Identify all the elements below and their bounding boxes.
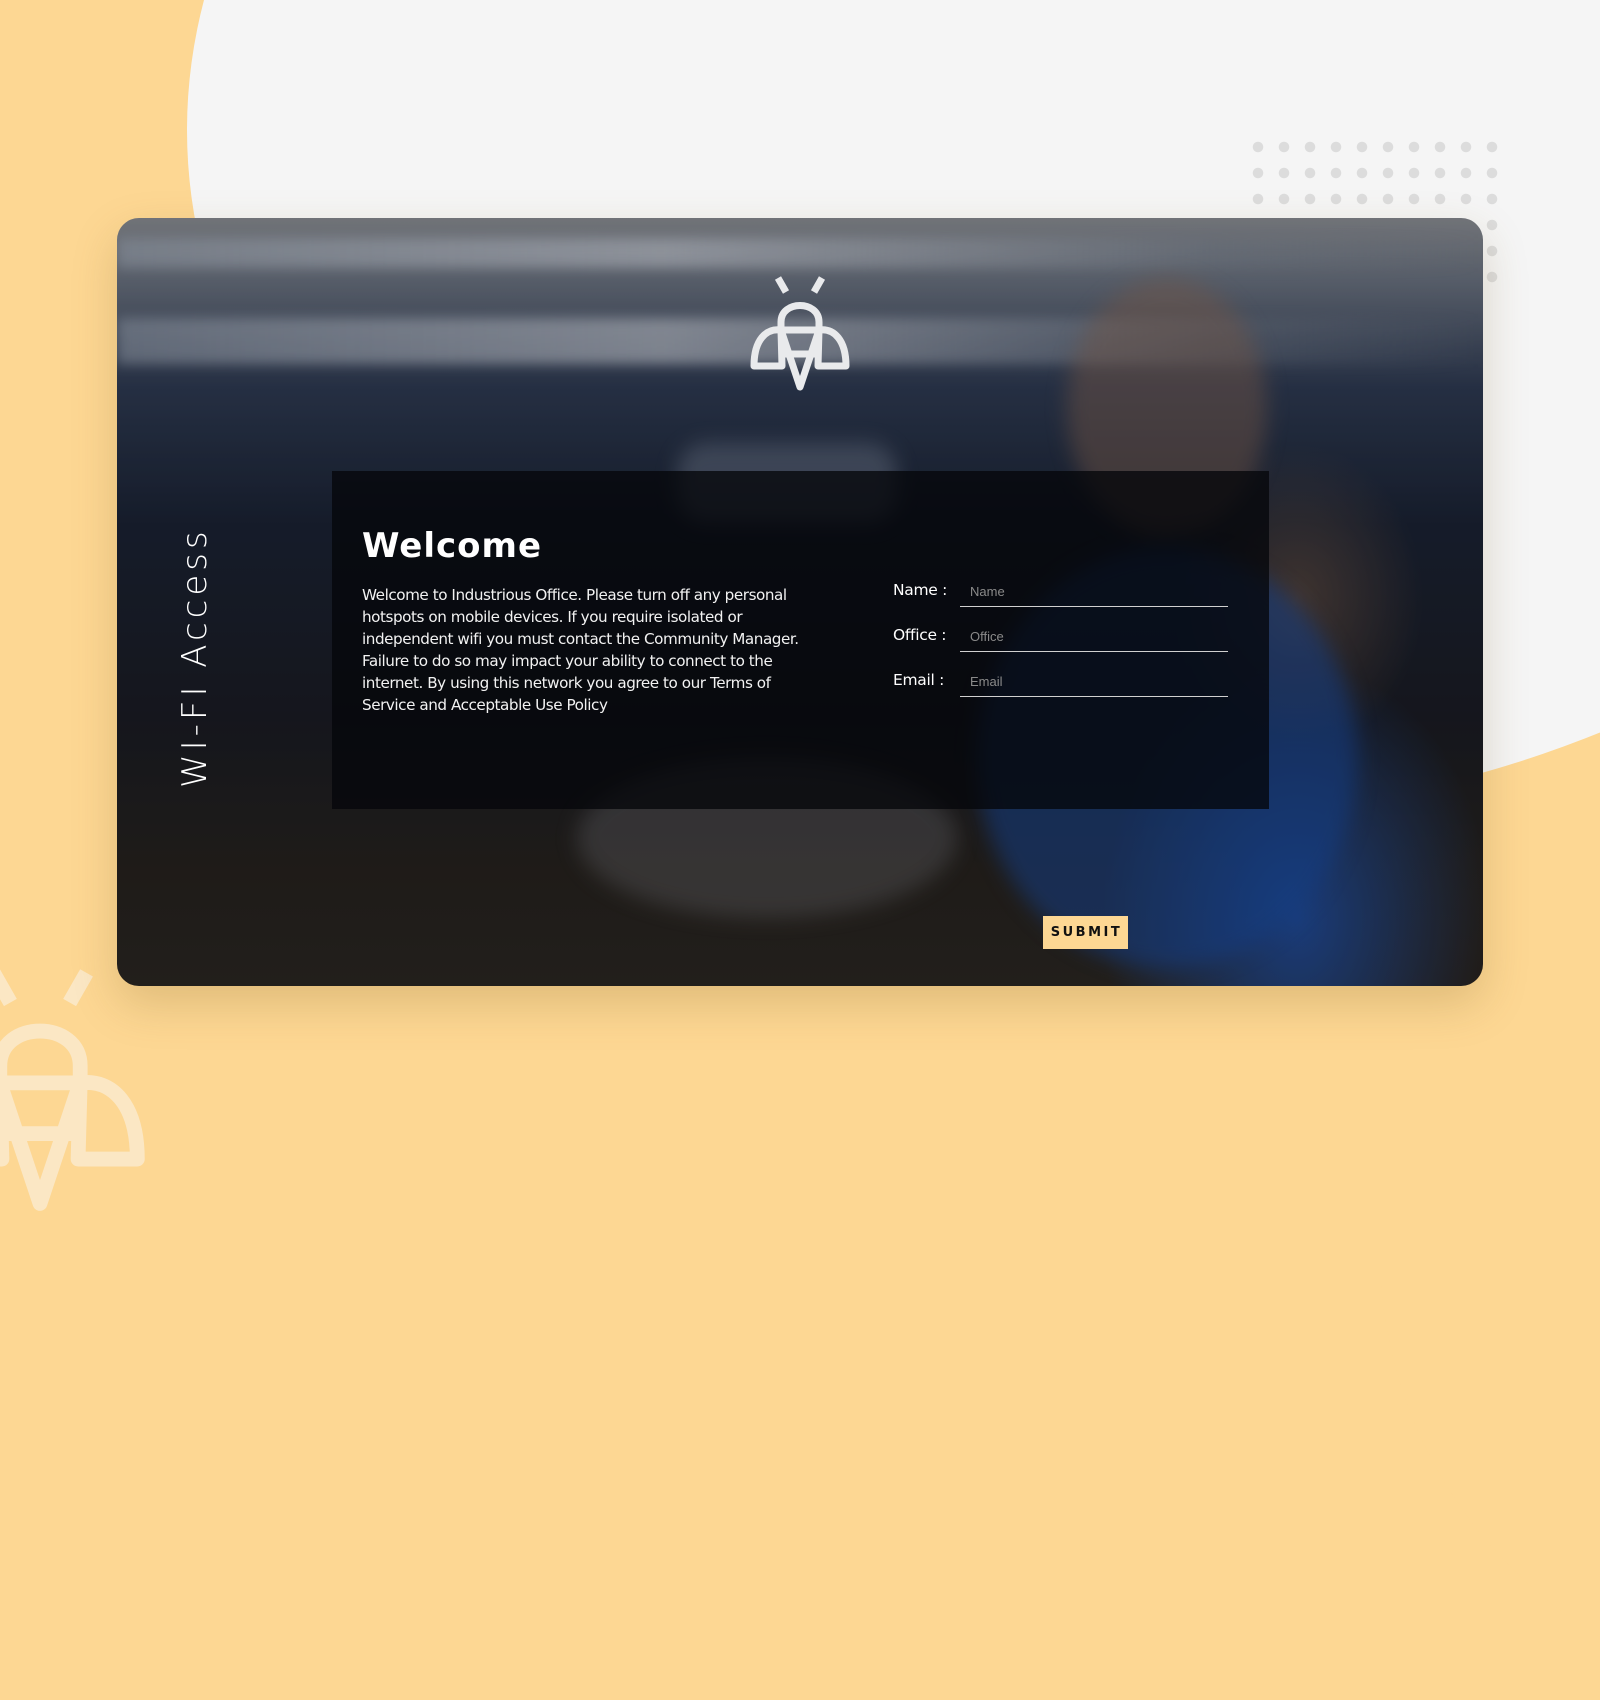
bee-logo-icon — [750, 276, 850, 391]
email-input[interactable] — [960, 667, 1228, 697]
email-field-row: Email : — [893, 663, 1228, 707]
name-input[interactable] — [960, 577, 1228, 607]
welcome-heading: Welcome — [362, 526, 543, 566]
office-field-row: Office : — [893, 618, 1228, 662]
email-label: Email : — [893, 671, 945, 689]
background-yellow-band — [0, 985, 1600, 1285]
office-label: Office : — [893, 626, 947, 644]
name-field-row: Name : — [893, 573, 1228, 617]
welcome-form-panel: Welcome Welcome to Industrious Office. P… — [332, 471, 1269, 809]
submit-button[interactable]: SUBMIT — [1043, 916, 1128, 949]
name-label: Name : — [893, 581, 948, 599]
wifi-access-title: WI-FI Access — [175, 527, 215, 788]
hero-card: WI-FI Access Welcome Welcome to Industri… — [117, 218, 1483, 986]
background-bee-icon — [0, 969, 145, 1211]
welcome-message: Welcome to Industrious Office. Please tu… — [362, 586, 799, 714]
office-input[interactable] — [960, 622, 1228, 652]
